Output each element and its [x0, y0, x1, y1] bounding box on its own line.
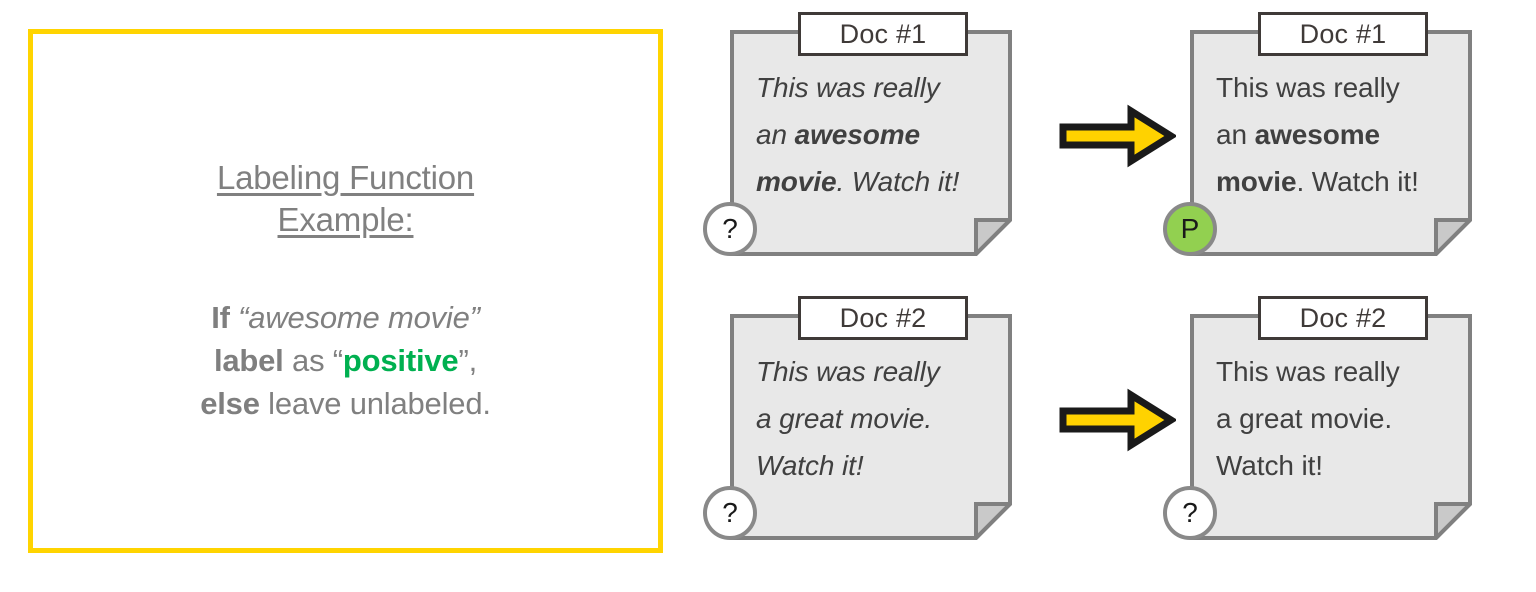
rule-line-1: If “awesome movie” — [200, 297, 491, 340]
document-text-line: movie. Watch it! — [1216, 158, 1454, 205]
folded-corner-icon — [974, 218, 1012, 256]
document-text-span: an — [1216, 119, 1255, 150]
document-text-line: a great movie. — [1216, 395, 1454, 442]
document-text-line: Watch it! — [756, 442, 994, 489]
document-text: This was really a great movie. Watch it! — [756, 348, 994, 489]
labeling-rule-text: If “awesome movie” label as “positive”, … — [200, 297, 491, 425]
document-text-span: This was really — [1216, 72, 1400, 103]
document-text-span: an — [756, 119, 795, 150]
doc-title-tab: Doc #1 — [1258, 12, 1428, 56]
document-text-line: This was really — [1216, 64, 1454, 111]
document-card-after-doc-1: This was really an awesome movie. Watch it… — [1190, 30, 1472, 256]
document-text-span: This was really — [1216, 356, 1400, 387]
label-badge-unlabeled[interactable]: ? — [703, 202, 757, 256]
document-text-emphasis: movie — [1216, 166, 1297, 197]
document-text-line: a great movie. — [756, 395, 994, 442]
yellow-right-arrow — [1059, 104, 1176, 168]
document-text-span: Watch it! — [756, 450, 864, 481]
rule-open-quote: “ — [332, 342, 343, 378]
label-badge-positive[interactable]: P — [1163, 202, 1217, 256]
rule-else-rest: leave unlabeled. — [268, 385, 491, 421]
document-text-line: an awesome — [756, 111, 994, 158]
label-badge-unlabeled[interactable]: ? — [1163, 486, 1217, 540]
panel-title-line1: Labeling Function — [216, 158, 475, 196]
folded-corner-icon — [1434, 502, 1472, 540]
document-text-emphasis: awesome — [794, 119, 920, 150]
document-text-span: This was really — [756, 72, 940, 103]
rule-keyword-if: If — [211, 300, 230, 336]
folded-corner-icon — [1434, 218, 1472, 256]
panel-title-line2: Example: — [277, 200, 414, 238]
document-text-line: movie. Watch it! — [756, 158, 994, 205]
rule-keyword-else: else — [200, 385, 260, 421]
rule-word-as: as — [292, 342, 325, 378]
document-text-emphasis: awesome — [1254, 119, 1380, 150]
rule-line-2: label as “positive”, — [200, 340, 491, 383]
rule-close-quote: ”, — [458, 342, 478, 378]
document-text-line: This was really — [756, 348, 994, 395]
doc-title-tab: Doc #2 — [798, 296, 968, 340]
label-badge-unlabeled[interactable]: ? — [703, 486, 757, 540]
rule-keyword-label: label — [213, 342, 284, 378]
rule-phrase-quoted: “awesome movie” — [238, 300, 480, 336]
labeling-function-panel: Labeling Function Example: If “awesome m… — [28, 29, 663, 553]
document-text-span: . Watch it! — [1296, 166, 1419, 197]
document-text: This was really an awesome movie. Watch it… — [1216, 64, 1454, 205]
document-text-line: This was really — [1216, 348, 1454, 395]
panel-title: Labeling Function Example: — [217, 157, 474, 241]
document-card-before-doc-2: This was really a great movie. Watch it! — [730, 314, 1012, 540]
document-card-after-doc-2: This was really a great movie. Watch it! — [1190, 314, 1472, 540]
document-text-span: a great movie. — [756, 403, 933, 434]
document-text-span: Watch it! — [1216, 450, 1323, 481]
rule-line-3: else leave unlabeled. — [200, 383, 491, 426]
document-text-line: This was really — [756, 64, 994, 111]
document-text-line: an awesome — [1216, 111, 1454, 158]
rule-label-value-positive: positive — [342, 342, 459, 378]
document-text-span: This was really — [756, 356, 940, 387]
document-text: This was really a great movie. Watch it! — [1216, 348, 1454, 489]
document-text-emphasis: movie — [756, 166, 837, 197]
document-text: This was really an awesome movie. Watch it… — [756, 64, 994, 205]
doc-title-tab: Doc #2 — [1258, 296, 1428, 340]
document-text-span: a great movie. — [1216, 403, 1393, 434]
document-text-line: Watch it! — [1216, 442, 1454, 489]
document-card-before-doc-1: This was really an awesome movie. Watch it… — [730, 30, 1012, 256]
doc-title-tab: Doc #1 — [798, 12, 968, 56]
folded-corner-icon — [974, 502, 1012, 540]
document-text-span: . Watch it! — [836, 166, 960, 197]
yellow-right-arrow — [1059, 388, 1176, 452]
